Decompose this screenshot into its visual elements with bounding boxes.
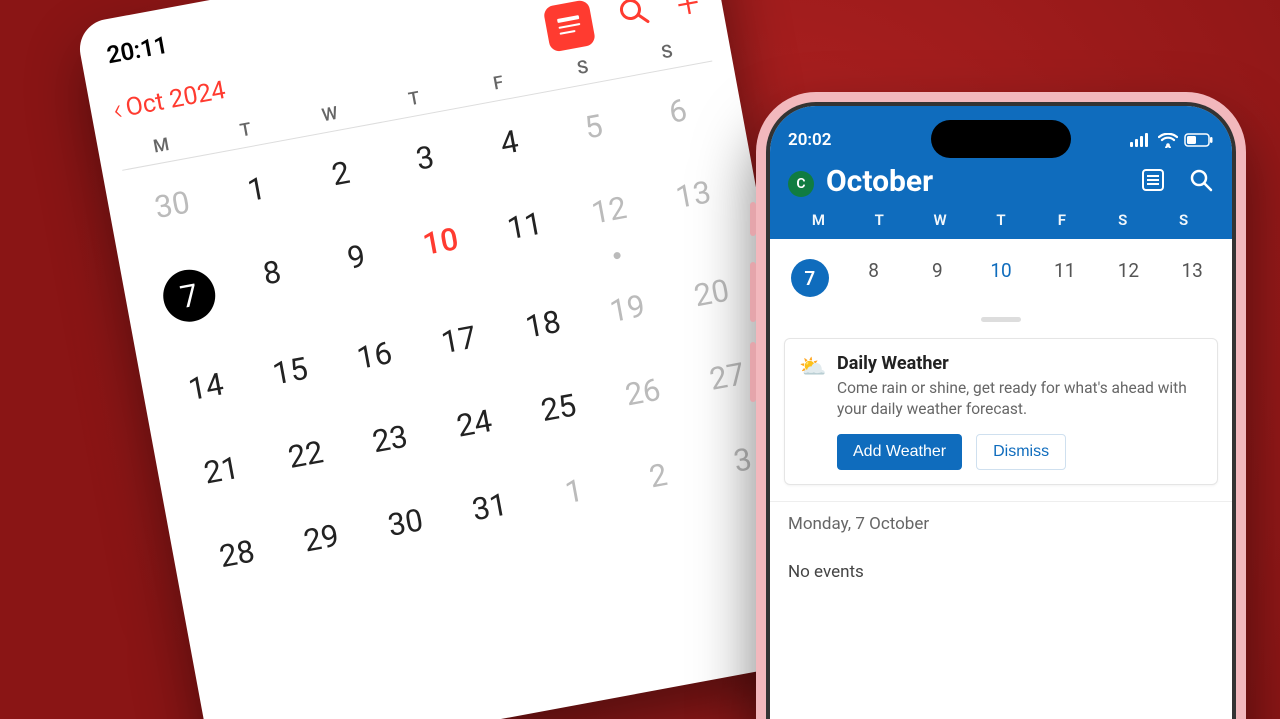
week-day[interactable]: 13 (1160, 249, 1224, 307)
list-view-button[interactable] (543, 0, 597, 53)
calendar-day[interactable]: 23 (340, 389, 440, 488)
calendar-day[interactable]: 3 (375, 108, 475, 207)
calendar-day[interactable]: 1 (524, 442, 624, 541)
weekday-header: M T W T F S S (788, 199, 1214, 229)
calendar-day[interactable]: 19 (577, 259, 677, 358)
dow-label: T (849, 211, 910, 229)
nav-title: Oct 2024 (123, 75, 227, 122)
calendar-day[interactable]: 16 (325, 306, 425, 405)
add-event-button[interactable]: + (673, 0, 703, 26)
phone-side-button (750, 342, 756, 402)
dow-label: S (1092, 211, 1153, 229)
calendar-day[interactable]: 17 (409, 290, 509, 389)
agenda-date-header: Monday, 7 October (770, 501, 1232, 546)
apple-calendar-screen: 20:11 ‹ Oct 2024 + (75, 0, 843, 719)
calendar-day[interactable]: 5 (544, 77, 644, 176)
account-avatar[interactable]: C (788, 171, 814, 197)
week-strip[interactable]: 78910111213 (770, 239, 1232, 313)
wifi-icon (1158, 133, 1178, 148)
calendar-day[interactable]: 30 (356, 473, 456, 572)
battery-icon (1184, 133, 1214, 147)
calendar-day[interactable]: 31 (440, 457, 540, 556)
status-time: 20:02 (788, 130, 831, 150)
status-time: 20:11 (105, 31, 170, 70)
calendar-day[interactable]: 29 (271, 489, 371, 588)
calendar-day[interactable]: 14 (156, 337, 256, 436)
calendar-day[interactable]: 28 (187, 504, 287, 603)
week-day[interactable]: 11 (1033, 249, 1097, 307)
outlook-phone-frame: 20:02 C October (756, 92, 1246, 719)
calendar-day[interactable]: 2 (291, 124, 391, 223)
calendar-day[interactable]: 26 (593, 343, 693, 442)
week-day[interactable]: 9 (905, 249, 969, 307)
month-title[interactable]: October (826, 164, 1128, 199)
dow-label: S (1153, 211, 1214, 229)
week-day[interactable]: 10 (969, 249, 1033, 307)
cellular-signal-icon (1130, 133, 1152, 147)
calendar-day[interactable]: 22 (256, 405, 356, 504)
search-button[interactable] (617, 0, 653, 33)
phone-side-button (750, 202, 756, 236)
calendar-day[interactable]: 20 (662, 243, 762, 342)
calendar-day[interactable]: 13 (644, 145, 747, 259)
dow-label: W (910, 211, 971, 229)
back-to-month-button[interactable]: ‹ Oct 2024 (110, 73, 228, 128)
dow-label: T (971, 211, 1032, 229)
weather-promo-card: ⛅ Daily Weather Come rain or shine, get … (784, 338, 1218, 485)
outlook-calendar-screen: 20:02 C October (770, 106, 1232, 719)
calendar-day[interactable]: 25 (509, 358, 609, 457)
week-day[interactable]: 12 (1097, 249, 1161, 307)
calendar-day[interactable]: 1 (207, 140, 307, 239)
week-day[interactable]: 7 (778, 249, 842, 307)
weather-icon: ⛅ (799, 355, 826, 380)
calendar-day[interactable]: 30 (122, 155, 222, 254)
calendar-day[interactable]: 24 (424, 374, 524, 473)
no-events-label: No events (770, 546, 1232, 622)
status-icons (1130, 133, 1214, 148)
calendar-day[interactable]: 4 (459, 93, 559, 192)
week-day[interactable]: 8 (842, 249, 906, 307)
card-title: Daily Weather (837, 353, 1203, 374)
calendar-day[interactable]: 2 (608, 426, 708, 525)
card-body: Come rain or shine, get ready for what's… (837, 378, 1203, 420)
dow-label: F (1031, 211, 1092, 229)
search-button[interactable] (1188, 167, 1214, 197)
dismiss-button[interactable]: Dismiss (976, 434, 1066, 470)
drag-handle[interactable] (981, 317, 1021, 322)
dynamic-island (931, 120, 1071, 158)
calendar-day[interactable]: 6 (628, 61, 728, 160)
calendar-day[interactable]: 18 (493, 275, 593, 374)
phone-side-button (750, 262, 756, 322)
add-weather-button[interactable]: Add Weather (837, 434, 962, 470)
dow-label: M (788, 211, 849, 229)
calendar-day[interactable]: 21 (172, 421, 272, 520)
calendar-day[interactable]: 15 (240, 321, 340, 420)
agenda-view-button[interactable] (1140, 167, 1166, 197)
